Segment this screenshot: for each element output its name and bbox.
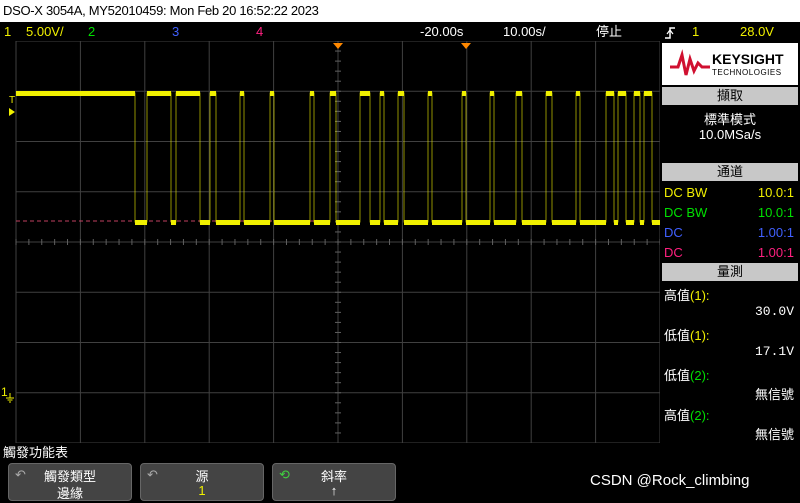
trigger-level[interactable]: 28.0V (740, 22, 774, 41)
title-text: DSO-X 3054A, MY52010459: Mon Feb 20 16:5… (3, 3, 319, 18)
measurement-source: (2): (690, 368, 710, 383)
measurements-list: 高值(1): 30.0V 低值(1): 17.1V 低值(2): 無信號 高值(… (660, 283, 800, 443)
channels-list: DC BW 10.0:1 DC BW 10.0:1 DC 1.00:1 DC 1… (660, 183, 800, 263)
brand-subtitle: TECHNOLOGIES (712, 68, 782, 77)
watermark: CSDN @Rock_climbing (590, 472, 750, 489)
softkey-menu-title: 觸發功能表 (3, 445, 69, 460)
trigger-position-marker (333, 43, 343, 49)
ch4-number[interactable]: 4 (256, 22, 263, 41)
measurements-header: 量測 (662, 263, 798, 281)
time-offset[interactable]: -20.00s (420, 22, 463, 41)
keysight-wave-icon (670, 49, 710, 76)
brand-name: KEYSIGHT (712, 51, 784, 67)
ch2-number[interactable]: 2 (88, 22, 95, 41)
measurement-label: 高值(2): (664, 405, 794, 424)
slope-softkey[interactable]: ⟲ 斜率 ↑ (272, 463, 396, 501)
logo-box: KEYSIGHT TECHNOLOGIES (662, 43, 798, 85)
ch2-probe-ratio: 10.0:1 (757, 205, 794, 220)
ch1-ground-marker: 1 (1, 385, 8, 399)
time-reference-marker (461, 43, 471, 49)
measurement-value: 無信號 (754, 387, 794, 402)
measurement-value: 17.1V (754, 344, 794, 359)
waveform-display[interactable]: T 1 (0, 41, 660, 443)
measurement-label: 低值(1): (664, 325, 794, 344)
measurement-value: 30.0V (754, 304, 794, 319)
ch3-probe-ratio: 1.00:1 (757, 225, 794, 240)
run-state: 停止 (596, 24, 623, 39)
measurement-value: 無信號 (754, 427, 794, 442)
measurement-name: 高值 (664, 288, 691, 303)
measurement-label: 高值(1): (664, 285, 794, 304)
acquisition-box: 標準模式 10.0MSa/s (662, 105, 798, 161)
source-softkey[interactable]: ↶ 源 1 (140, 463, 264, 501)
status-bar: 1 5.00V/ 2 3 4 -20.00s 10.00s/ 停止 1 28.0… (0, 22, 800, 41)
channels-header: 通道 (662, 163, 798, 181)
ch1-scale[interactable]: 5.00V/ (26, 22, 64, 41)
measurement-name: 低值 (664, 368, 691, 383)
rising-edge-icon (664, 22, 676, 41)
trigger-level-marker: T (9, 95, 15, 106)
measurement-source: (1): (690, 328, 710, 343)
trigger-source[interactable]: 1 (692, 22, 699, 41)
time-scale[interactable]: 10.00s/ (503, 22, 546, 41)
title-bar: DSO-X 3054A, MY52010459: Mon Feb 20 16:5… (0, 0, 800, 22)
ch4-probe-ratio: 1.00:1 (757, 245, 794, 260)
softkey-value: 邊緣 (56, 486, 83, 501)
trigger-arrow-icon (9, 108, 15, 116)
ch1-number[interactable]: 1 (4, 22, 11, 41)
side-panel: KEYSIGHT TECHNOLOGIES 擷取 標準模式 10.0MSa/s … (660, 41, 800, 443)
trigger-type-softkey[interactable]: ↶ 觸發類型 邊緣 (8, 463, 132, 501)
measurement-name: 低值 (664, 328, 691, 343)
ch3-number[interactable]: 3 (172, 22, 179, 41)
acquisition-header: 擷取 (662, 87, 798, 105)
softkey-value: 1 (198, 483, 206, 498)
sample-rate: 10.0MSa/s (698, 127, 762, 142)
measurement-name: 高值 (664, 408, 691, 423)
softkey-value: ↑ (330, 483, 338, 498)
ch1-probe-ratio: 10.0:1 (757, 185, 794, 200)
graticule (15, 41, 660, 443)
measurement-label: 低值(2): (664, 365, 794, 384)
measurement-source: (2): (690, 408, 710, 423)
measurement-source: (1): (690, 288, 710, 303)
acquisition-mode: 標準模式 (703, 112, 756, 127)
